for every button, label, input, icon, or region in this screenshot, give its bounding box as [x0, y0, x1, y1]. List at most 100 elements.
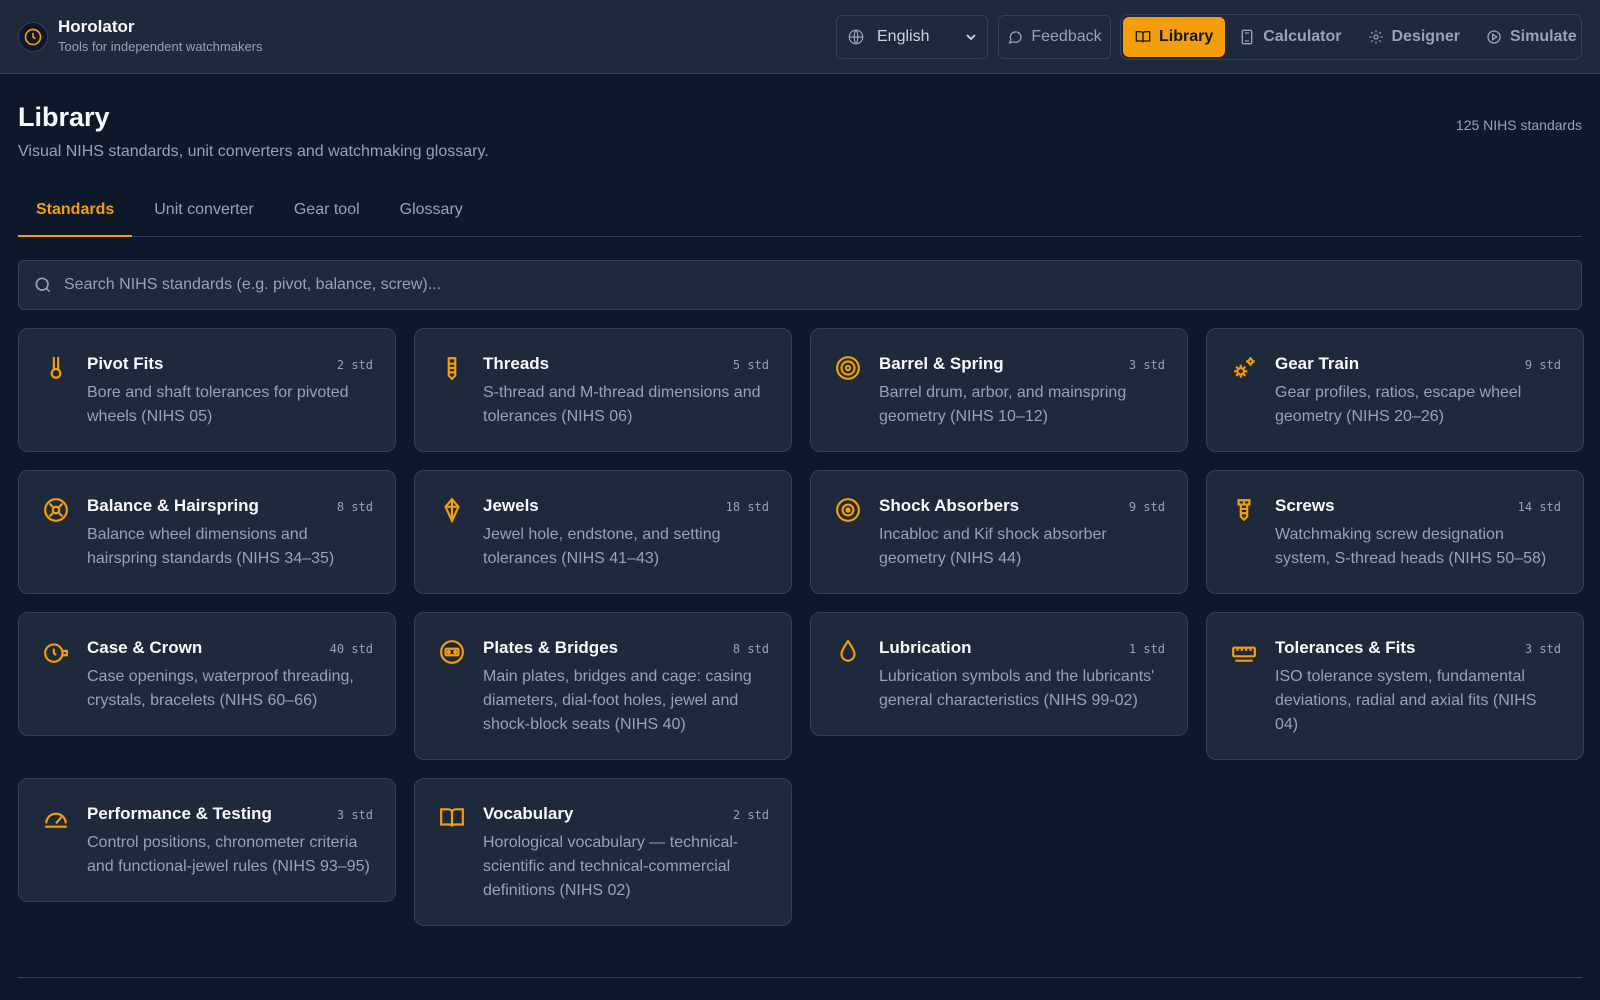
library-tabs: Standards Unit converter Gear tool Gloss… — [18, 184, 1582, 237]
page-subtitle: Visual NIHS standards, unit converters a… — [18, 143, 489, 160]
nav-calculator[interactable]: Calculator — [1227, 17, 1353, 57]
card-description: Control positions, chronometer criteria … — [87, 834, 370, 875]
card-balance-hairspring[interactable]: Balance & Hairspring 8 std Balance wheel… — [18, 470, 396, 594]
play-icon — [1487, 30, 1501, 44]
card-title: Plates & Bridges — [483, 638, 619, 657]
top-bar: Horolator Tools for independent watchmak… — [0, 0, 1600, 74]
card-description: S-thread and M-thread dimensions and tol… — [483, 384, 761, 425]
droplet-icon — [840, 639, 856, 662]
shock-icon — [836, 498, 860, 522]
calculator-icon — [1241, 29, 1253, 45]
card-std-count: 8 std — [336, 500, 373, 514]
nav-calculator-label: Calculator — [1263, 28, 1342, 45]
card-std-count: 5 std — [732, 358, 769, 372]
gauge-icon — [45, 812, 67, 828]
gears-icon — [1234, 357, 1255, 378]
card-std-count: 3 std — [1524, 642, 1561, 656]
nav-library[interactable]: Library — [1123, 17, 1226, 57]
book-open-icon — [440, 808, 464, 827]
language-value: English — [877, 28, 930, 45]
card-description: Horological vocabulary — technical-scien… — [483, 834, 739, 899]
pivot-icon — [50, 357, 62, 379]
chevron-down-icon — [966, 34, 976, 41]
card-std-count: 14 std — [1517, 500, 1561, 514]
card-description: Watchmaking screw designation system, S-… — [1275, 526, 1547, 567]
card-title: Barrel & Spring — [879, 354, 1004, 373]
card-description: Case openings, waterproof threading, cry… — [87, 668, 354, 709]
brand[interactable]: Horolator Tools for independent watchmak… — [18, 17, 263, 56]
card-case-crown[interactable]: Case & Crown 40 std Case openings, water… — [18, 612, 396, 736]
nav-simulate[interactable]: Simulate — [1474, 17, 1589, 57]
card-shock-absorbers[interactable]: Shock Absorbers 9 std Incabloc and Kif s… — [810, 470, 1188, 594]
search-bar — [18, 260, 1582, 310]
tab-gear-tool[interactable]: Gear tool — [276, 184, 378, 236]
card-title: Threads — [483, 354, 550, 373]
card-std-count: 1 std — [1128, 642, 1165, 656]
card-title: Tolerances & Fits — [1275, 638, 1416, 657]
card-std-count: 18 std — [725, 500, 769, 514]
card-description: Balance wheel dimensions and hairspring … — [87, 526, 335, 567]
card-performance-testing[interactable]: Performance & Testing 3 std Control posi… — [18, 778, 396, 902]
card-screws[interactable]: Screws 14 std Watchmaking screw designat… — [1206, 470, 1584, 594]
search-icon — [35, 277, 51, 293]
app-name: Horolator — [58, 17, 135, 36]
card-description: Barrel drum, arbor, and mainspring geome… — [879, 384, 1127, 425]
card-tolerances-fits[interactable]: Tolerances & Fits 3 std ISO tolerance sy… — [1206, 612, 1584, 760]
card-gear-train[interactable]: Gear Train 9 std Gear profiles, ratios, … — [1206, 328, 1584, 452]
card-std-count: 3 std — [336, 808, 373, 822]
card-lubrication[interactable]: Lubrication 1 std Lubrication symbols an… — [810, 612, 1188, 736]
card-vocabulary[interactable]: Vocabulary 2 std Horological vocabulary … — [414, 778, 792, 926]
card-title: Balance & Hairspring — [87, 496, 259, 515]
search-input[interactable] — [64, 276, 1567, 294]
tab-unit-converter[interactable]: Unit converter — [136, 184, 272, 236]
card-title: Vocabulary — [483, 804, 574, 823]
card-plates-bridges[interactable]: Plates & Bridges 8 std Main plates, brid… — [414, 612, 792, 760]
card-title: Pivot Fits — [87, 354, 164, 373]
card-title: Shock Absorbers — [879, 496, 1020, 515]
tab-glossary[interactable]: Glossary — [382, 184, 481, 236]
standards-grid: Pivot Fits 2 std Bore and shaft toleranc… — [18, 328, 1584, 926]
card-std-count: 2 std — [336, 358, 373, 372]
standards-count: 125 NIHS standards — [1455, 117, 1582, 133]
card-barrel-spring[interactable]: Barrel & Spring 3 std Barrel drum, arbor… — [810, 328, 1188, 452]
ruler-icon — [1232, 646, 1256, 662]
language-select[interactable]: English — [836, 15, 988, 59]
feedback-button[interactable]: Feedback — [998, 15, 1111, 59]
card-title: Screws — [1275, 496, 1335, 515]
card-title: Gear Train — [1275, 354, 1360, 373]
nav-designer[interactable]: Designer — [1356, 17, 1472, 57]
main-nav: Library Calculator Designer Simulate — [1120, 14, 1582, 60]
card-description: Jewel hole, endstone, and setting tolera… — [483, 526, 721, 567]
card-threads[interactable]: Threads 5 std S-thread and M-thread dime… — [414, 328, 792, 452]
footer-divider — [18, 977, 1582, 978]
nav-library-label: Library — [1159, 28, 1214, 45]
card-title: Jewels — [483, 496, 539, 515]
card-pivot-fits[interactable]: Pivot Fits 2 std Bore and shaft toleranc… — [18, 328, 396, 452]
plate-icon — [440, 640, 464, 664]
card-std-count: 2 std — [732, 808, 769, 822]
card-description: ISO tolerance system, fundamental deviat… — [1275, 668, 1537, 733]
tab-standards[interactable]: Standards — [18, 184, 133, 237]
message-icon — [1008, 31, 1023, 45]
thread-icon — [447, 357, 457, 381]
feedback-label: Feedback — [1031, 28, 1102, 45]
card-description: Lubrication symbols and the lubricants' … — [879, 668, 1155, 709]
card-std-count: 8 std — [732, 642, 769, 656]
card-title: Lubrication — [879, 638, 972, 657]
screw-icon — [1237, 499, 1251, 522]
card-std-count: 40 std — [329, 642, 373, 656]
crown-icon — [44, 643, 68, 663]
card-title: Case & Crown — [87, 638, 203, 657]
card-std-count: 9 std — [1524, 358, 1561, 372]
book-icon — [1135, 31, 1151, 43]
watch-logo-icon — [18, 21, 48, 52]
card-description: Main plates, bridges and cage: casing di… — [483, 668, 752, 733]
card-jewels[interactable]: Jewels 18 std Jewel hole, endstone, and … — [414, 470, 792, 594]
card-title: Performance & Testing — [87, 804, 272, 823]
balance-icon — [44, 498, 68, 522]
card-description: Gear profiles, ratios, escape wheel geom… — [1275, 384, 1522, 425]
card-std-count: 9 std — [1128, 500, 1165, 514]
gear-icon — [1368, 30, 1383, 44]
card-std-count: 3 std — [1128, 358, 1165, 372]
nav-designer-label: Designer — [1391, 28, 1460, 45]
